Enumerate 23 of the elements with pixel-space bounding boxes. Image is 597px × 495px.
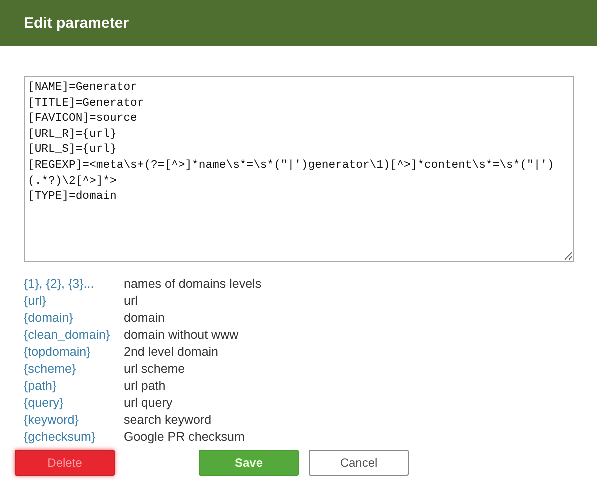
token-description: domain <box>124 310 166 327</box>
token-description: url path <box>124 378 167 395</box>
placeholder-token: {keyword} <box>24 412 80 429</box>
placeholder-token: {query} <box>24 395 65 412</box>
placeholder-token: {url} <box>24 293 48 310</box>
token-description: names of domains levels <box>124 276 262 293</box>
token-description: url scheme <box>124 361 186 378</box>
placeholder-token: {domain} <box>24 310 74 327</box>
dialog-title: Edit parameter <box>24 14 130 32</box>
placeholder-token: {gchecksum} <box>24 429 97 446</box>
token-description: url <box>124 293 139 310</box>
token-description: domain without www <box>124 327 240 344</box>
token-description: 2nd level domain <box>124 344 220 361</box>
token-description: url query <box>124 395 174 412</box>
placeholder-token: {clean_domain} <box>24 327 112 344</box>
token-description: search keyword <box>124 412 213 429</box>
token-description: Google PR checksum <box>124 429 246 446</box>
placeholder-token: {path} <box>24 378 58 395</box>
placeholder-token: {scheme} <box>24 361 78 378</box>
parameter-text-area[interactable]: [NAME]=Generator [TITLE]=Generator [FAVICON]=source [URL_R]={url} [URL_S]={url} [REGEXP]=<meta\s+(?=[^>]*name\s*=\s*("|')generator\1)[^>]*content\s*=\s*("|')(.*?)\2[^>]*> [TYPE]=domain <box>24 76 574 262</box>
cancel-button[interactable]: Cancel <box>309 450 409 476</box>
placeholder-token: {1}, {2}, {3}... <box>24 276 96 293</box>
placeholder-token: {topdomain} <box>24 344 92 361</box>
